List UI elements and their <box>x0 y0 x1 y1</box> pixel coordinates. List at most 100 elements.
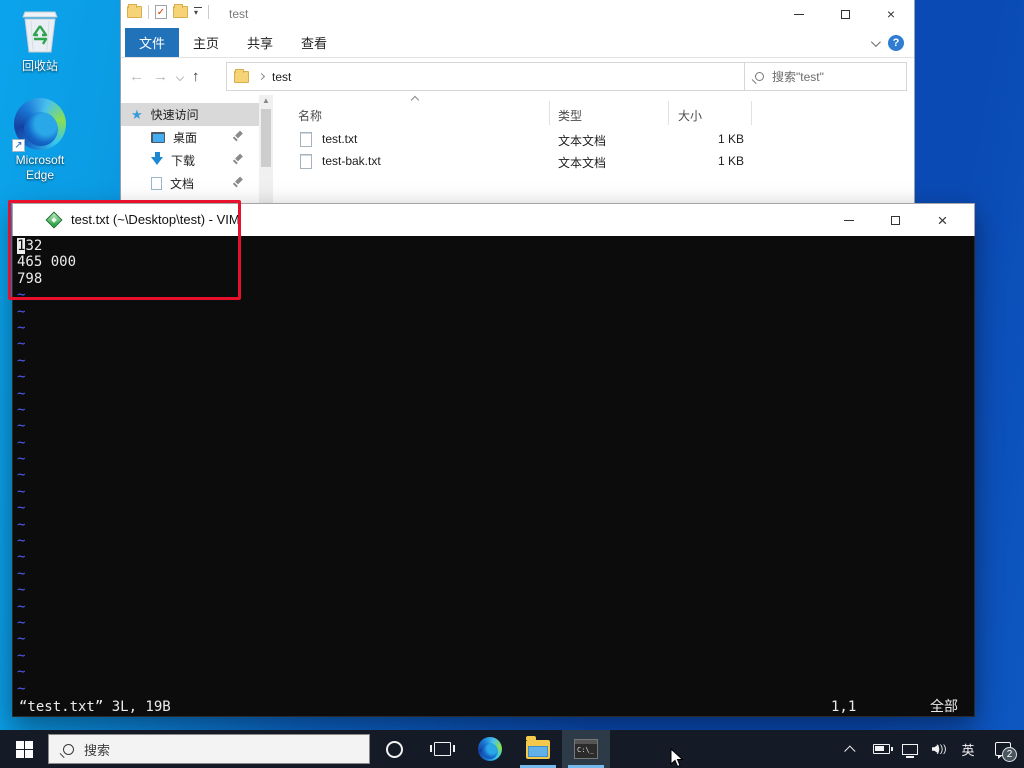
recycle-bin-label: 回收站 <box>21 59 58 73</box>
file-explorer-icon <box>526 735 550 759</box>
text-file-icon <box>300 154 312 169</box>
desktop-icon <box>151 132 165 143</box>
vim-minimize-button[interactable] <box>825 204 872 237</box>
system-tray: ))) 英 2 <box>841 730 1024 768</box>
recent-locations-icon[interactable] <box>175 72 185 81</box>
notification-badge: 2 <box>1002 747 1017 762</box>
explorer-app-icon <box>127 4 142 18</box>
file-row-test-txt[interactable]: test.txt 文本文档 1 KB <box>286 129 906 151</box>
edge-label-line2: Edge <box>25 168 55 182</box>
vim-file-info: “test.txt” 3L, 19B <box>19 699 171 715</box>
tray-expand-button[interactable] <box>841 737 863 761</box>
taskbar-explorer-button[interactable] <box>514 730 562 768</box>
taskbar: 搜索 C:\_ ))) 英 2 <box>0 730 1024 768</box>
quick-access-toolbar: ✓ ▾ <box>127 4 209 19</box>
sidebar-item-downloads[interactable]: 下载 <box>121 149 261 172</box>
downloads-icon <box>151 151 163 165</box>
mouse-cursor <box>670 747 684 768</box>
explorer-window: ✓ ▾ test × 文件 主页 共享 查看 ? ← → ↑ test 搜索"t… <box>120 0 915 205</box>
recycle-bin-shortcut[interactable]: 回收站 <box>5 6 75 74</box>
properties-icon[interactable]: ✓ <box>155 5 167 19</box>
volume-icon <box>931 744 939 754</box>
tab-share[interactable]: 共享 <box>233 28 287 57</box>
explorer-titlebar: ✓ ▾ test × <box>121 0 914 28</box>
file-list: 名称 类型 大小 test.txt 文本文档 1 KB test-bak.txt… <box>286 95 906 205</box>
windows-logo-icon <box>15 740 33 758</box>
pin-icon <box>232 154 243 165</box>
sidebar-item-documents[interactable]: 文档 <box>121 172 261 195</box>
notification-icon: 2 <box>995 742 1017 762</box>
documents-icon <box>151 177 162 190</box>
vim-filler-lines: ~ ~ ~ ~ ~ ~ ~ ~ ~ ~ ~ ~ ~ ~ ~ ~ ~ ~ ~ ~ ~ ~ ~ ~ ~ <box>17 287 26 697</box>
sidebar-item-desktop[interactable]: 桌面 <box>121 126 261 149</box>
back-button[interactable]: ← <box>129 68 144 85</box>
explorer-window-title: test <box>229 7 249 21</box>
tab-view[interactable]: 查看 <box>287 28 341 57</box>
edge-icon <box>478 737 502 761</box>
vim-editor-area[interactable]: 132 465 000 798 ~ ~ ~ ~ ~ ~ ~ ~ ~ ~ ~ ~ ~ ~ ~ ~ ~ ~ ~ ~ ~ ~ ~ ~… <box>12 236 975 717</box>
annotation-rectangle <box>8 200 241 300</box>
tab-file[interactable]: 文件 <box>125 28 180 57</box>
tab-home[interactable]: 主页 <box>179 28 233 57</box>
column-headers: 名称 类型 大小 <box>286 95 906 129</box>
explorer-search-input[interactable]: 搜索"test" <box>744 62 907 91</box>
vim-cursor-position: 1,1 <box>831 699 857 715</box>
help-button[interactable]: ? <box>888 35 904 51</box>
address-folder-icon <box>234 68 249 83</box>
shortcut-arrow-icon: ↗ <box>12 139 25 152</box>
sidebar-item-quick-access[interactable]: ★ 快速访问 <box>121 103 261 126</box>
notification-center-button[interactable]: 2 <box>992 737 1017 762</box>
battery-button[interactable] <box>870 737 893 761</box>
edge-shortcut[interactable]: ↗ Microsoft Edge <box>5 98 75 183</box>
column-header-name[interactable]: 名称 <box>298 107 322 124</box>
explorer-minimize-button[interactable] <box>776 0 822 28</box>
up-button[interactable]: ↑ <box>192 68 200 85</box>
column-header-size[interactable]: 大小 <box>678 107 702 124</box>
vim-status-line: “test.txt” 3L, 19B 1,1 全部 <box>13 698 974 716</box>
search-icon <box>755 72 764 81</box>
taskbar-search-input[interactable]: 搜索 <box>48 734 370 764</box>
taskbar-console-button[interactable]: C:\_ <box>562 730 610 768</box>
navigation-pane: ★ 快速访问 桌面 下载 文档 <box>121 103 261 195</box>
vim-close-button[interactable]: × <box>919 204 966 237</box>
explorer-close-button[interactable]: × <box>868 0 914 28</box>
network-button[interactable] <box>899 737 921 761</box>
pin-icon <box>232 177 243 188</box>
pin-icon <box>232 131 243 142</box>
network-icon <box>902 743 918 758</box>
edge-label-line1: Microsoft <box>15 153 65 167</box>
ribbon-tab-bar: 文件 主页 共享 查看 ? <box>121 28 914 58</box>
desktop: 回收站 ↗ Microsoft Edge ✓ ▾ test × 文件 主页 共享… <box>0 0 1024 768</box>
taskbar-edge-button[interactable] <box>466 730 514 768</box>
vim-scroll-indicator: 全部 <box>930 699 958 715</box>
ribbon-collapse-icon[interactable] <box>870 36 881 47</box>
edge-icon: ↗ <box>5 98 75 152</box>
volume-button[interactable]: ))) <box>928 737 950 761</box>
task-view-button[interactable] <box>418 730 466 768</box>
battery-icon <box>872 744 893 754</box>
text-file-icon <box>300 132 312 147</box>
quick-access-icon: ★ <box>131 106 143 122</box>
breadcrumb-path[interactable]: test <box>272 70 291 84</box>
column-header-type[interactable]: 类型 <box>558 107 582 124</box>
search-placeholder: 搜索"test" <box>772 70 824 84</box>
console-icon: C:\_ <box>574 739 598 759</box>
start-button[interactable] <box>0 730 48 768</box>
new-folder-icon[interactable] <box>173 4 188 18</box>
search-icon <box>63 743 74 755</box>
cortana-icon <box>385 740 403 758</box>
vim-maximize-button[interactable] <box>872 204 919 237</box>
forward-button[interactable]: → <box>153 68 168 85</box>
explorer-maximize-button[interactable] <box>822 0 868 28</box>
chevron-up-icon <box>844 745 856 757</box>
recycle-bin-icon <box>5 6 75 56</box>
breadcrumb-chevron-icon <box>257 72 266 81</box>
sort-ascending-icon <box>410 95 420 105</box>
customize-qat-icon[interactable]: ▾ <box>194 7 202 17</box>
task-view-icon <box>429 742 455 756</box>
navigation-scrollbar[interactable]: ▲ <box>259 95 273 205</box>
file-row-test-bak-txt[interactable]: test-bak.txt 文本文档 1 KB <box>286 151 906 173</box>
ime-indicator[interactable]: 英 <box>957 737 979 761</box>
taskbar-search-placeholder: 搜索 <box>84 742 111 758</box>
cortana-button[interactable] <box>370 730 418 768</box>
